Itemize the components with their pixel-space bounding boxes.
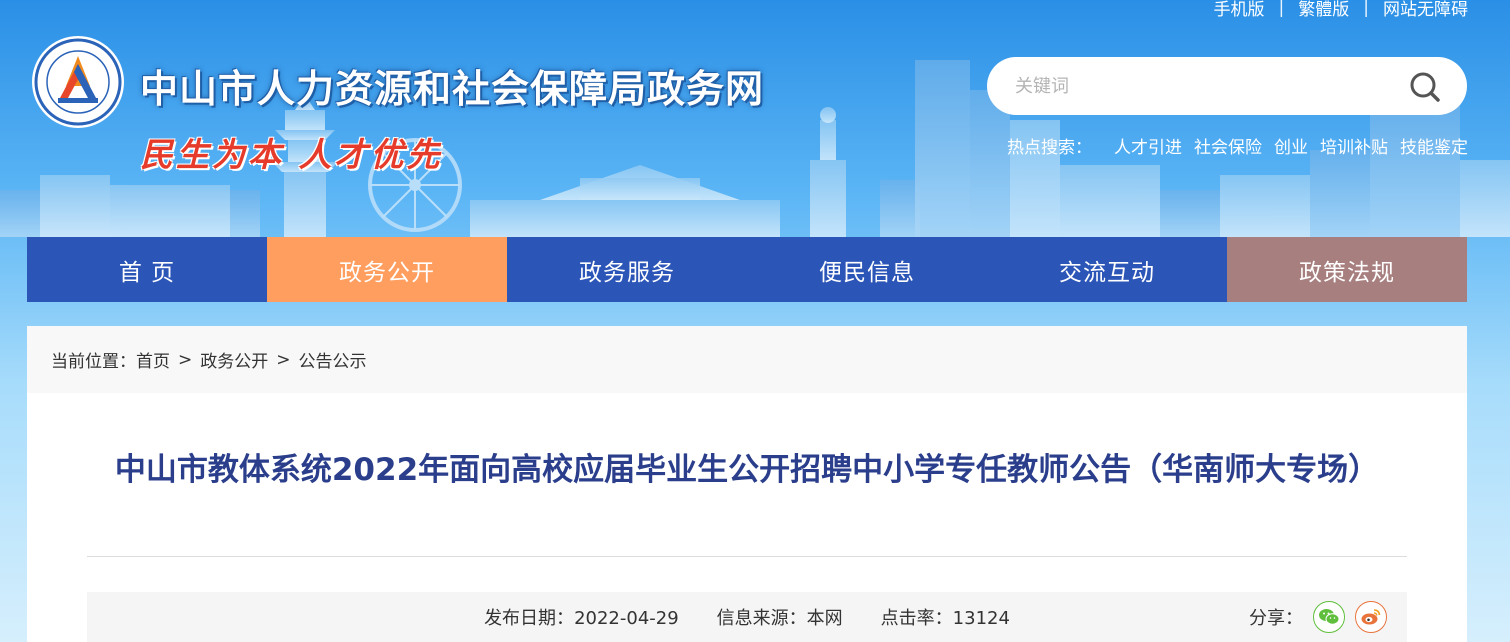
traditional-chinese-link[interactable]: 繁體版: [1298, 0, 1349, 20]
hot-search-item[interactable]: 技能鉴定: [1400, 133, 1468, 158]
divider: [87, 556, 1407, 557]
divider: |: [1363, 0, 1369, 18]
search-icon[interactable]: [1407, 69, 1443, 105]
top-links: 手机版 | 繁體版 | 网站无障碍: [1214, 0, 1468, 20]
mobile-version-link[interactable]: 手机版: [1214, 0, 1265, 20]
breadcrumb-prefix: 当前位置：: [51, 352, 136, 372]
breadcrumb: 当前位置： 首页 > 政务公开 > 公告公示: [27, 326, 1467, 393]
main-content: 当前位置： 首页 > 政务公开 > 公告公示 中山市教体系统2022年面向高校应…: [27, 326, 1467, 642]
hot-search-label: 热点搜索：: [1007, 138, 1092, 158]
nav-home[interactable]: 首 页: [27, 237, 267, 302]
publish-date-label: 发布日期：: [484, 608, 575, 629]
article-title: 中山市教体系统2022年面向高校应届毕业生公开招聘中小学专任教师公告（华南师大专…: [114, 452, 1380, 488]
hot-search-item[interactable]: 人才引进: [1114, 133, 1182, 158]
article-meta: 发布日期：2022-04-29 信息来源：本网 点击率：13124 分享：: [87, 592, 1407, 642]
source-group: 信息来源：本网: [717, 604, 843, 630]
publish-date: 2022-04-29: [574, 608, 679, 629]
skyline-banner-image: [0, 60, 1510, 237]
divider: |: [1278, 0, 1285, 18]
hot-search: 热点搜索： 人才引进 社会保险 创业 培训补贴 技能鉴定: [1007, 133, 1468, 158]
accessibility-link[interactable]: 网站无障碍: [1383, 0, 1468, 20]
nav-public-info[interactable]: 便民信息: [747, 237, 987, 302]
clicks-group: 点击率：13124: [881, 604, 1010, 630]
site-header: 手机版 | 繁體版 | 网站无障碍 中山市人力资源和社会保障局政务网 民生为本 …: [0, 0, 1510, 237]
nav-government-services[interactable]: 政务服务: [507, 237, 747, 302]
slogan: 民生为本 人才优先: [140, 135, 443, 174]
clicks-label: 点击率：: [880, 608, 953, 629]
weibo-icon: [1361, 609, 1381, 625]
logo-emblem[interactable]: [30, 34, 126, 130]
share-area: 分享：: [1249, 598, 1387, 636]
breadcrumb-separator: >: [178, 349, 193, 370]
wechat-share-button[interactable]: [1313, 601, 1345, 633]
breadcrumb-home[interactable]: 首页: [136, 347, 170, 372]
hot-search-item[interactable]: 创业: [1274, 133, 1308, 158]
breadcrumb-announcements[interactable]: 公告公示: [299, 347, 367, 372]
weibo-share-button[interactable]: [1355, 601, 1387, 633]
source: 本网: [806, 608, 843, 629]
source-label: 信息来源：: [716, 608, 807, 629]
wechat-icon: [1319, 609, 1340, 625]
share-label: 分享：: [1249, 608, 1303, 629]
main-nav: 首 页 政务公开 政务服务 便民信息 交流互动 政策法规: [27, 237, 1467, 302]
breadcrumb-separator: >: [276, 349, 291, 370]
search-input[interactable]: [1015, 71, 1375, 101]
nav-government-affairs-disclosure[interactable]: 政务公开: [267, 237, 507, 302]
breadcrumb-government-affairs[interactable]: 政务公开: [200, 347, 268, 372]
search-box: [987, 57, 1467, 115]
hot-search-item[interactable]: 社会保险: [1194, 133, 1262, 158]
nav-interaction[interactable]: 交流互动: [987, 237, 1227, 302]
nav-policies-regulations[interactable]: 政策法规: [1227, 237, 1467, 302]
article-meta-info: 发布日期：2022-04-29 信息来源：本网 点击率：13124: [87, 592, 1407, 642]
click-count: 13124: [952, 608, 1010, 629]
site-title: 中山市人力资源和社会保障局政务网: [140, 67, 765, 111]
publish-date-group: 发布日期：2022-04-29: [484, 604, 679, 630]
hot-search-item[interactable]: 培训补贴: [1320, 133, 1388, 158]
